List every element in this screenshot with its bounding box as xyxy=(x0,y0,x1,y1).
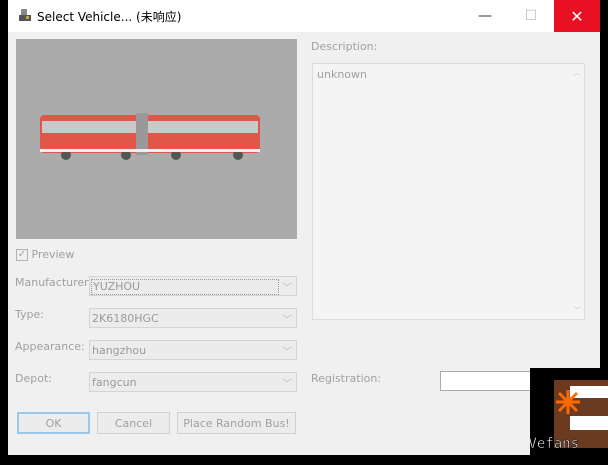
vehicle-preview xyxy=(16,39,297,239)
type-label: Type: xyxy=(15,308,44,321)
chevron-down-icon: ﹀ xyxy=(282,315,292,326)
cancel-button[interactable]: Cancel xyxy=(97,412,170,434)
scrollbar[interactable]: ︿ ﹀ xyxy=(570,64,584,319)
chevron-down-icon: ﹀ xyxy=(282,379,292,390)
manufacturer-value: YUZHOU xyxy=(91,279,279,295)
app-icon xyxy=(19,9,31,21)
type-value: 2K6180HGC xyxy=(92,312,159,325)
place-random-bus-button[interactable]: Place Random Bus! xyxy=(177,412,296,434)
watermark-text: @Vefans xyxy=(530,436,579,452)
checkbox-icon[interactable]: ✓ xyxy=(16,249,28,261)
ok-button[interactable]: OK xyxy=(17,412,90,434)
chevron-down-icon: ﹀ xyxy=(282,347,292,358)
title-bar: Select Vehicle... (未响应) — ☐ ✕ xyxy=(8,0,600,32)
description-text: unknown xyxy=(317,68,367,81)
description-label: Description: xyxy=(311,40,378,53)
depot-value: fangcun xyxy=(92,376,137,389)
chevron-down-icon: ﹀ xyxy=(282,283,292,294)
maximize-button[interactable]: ☐ xyxy=(508,0,554,32)
bus-image xyxy=(40,113,260,160)
registration-label: Registration: xyxy=(311,372,382,385)
minimize-button[interactable]: — xyxy=(462,0,508,32)
registration-input[interactable] xyxy=(440,371,532,391)
appearance-select[interactable]: hangzhou ﹀ xyxy=(89,340,297,360)
preview-label: Preview xyxy=(31,248,75,261)
appearance-label: Appearance: xyxy=(15,340,85,353)
type-select[interactable]: 2K6180HGC ﹀ xyxy=(89,308,297,328)
close-button[interactable]: ✕ xyxy=(554,0,600,32)
depot-label: Depot: xyxy=(15,372,52,385)
depot-select[interactable]: fangcun ﹀ xyxy=(89,372,297,392)
preview-checkbox[interactable]: ✓ Preview xyxy=(16,248,74,261)
appearance-value: hangzhou xyxy=(92,344,147,357)
description-textarea[interactable]: unknown ︿ ﹀ xyxy=(312,63,585,320)
manufacturer-select[interactable]: YUZHOU ﹀ xyxy=(89,276,297,296)
window-title: Select Vehicle... (未响应) xyxy=(37,10,182,24)
watermark: @Vefans xyxy=(520,368,608,462)
manufacturer-label: Manufacturer: xyxy=(15,276,93,289)
select-vehicle-window: Select Vehicle... (未响应) — ☐ ✕ ✓ Preview … xyxy=(8,0,600,455)
